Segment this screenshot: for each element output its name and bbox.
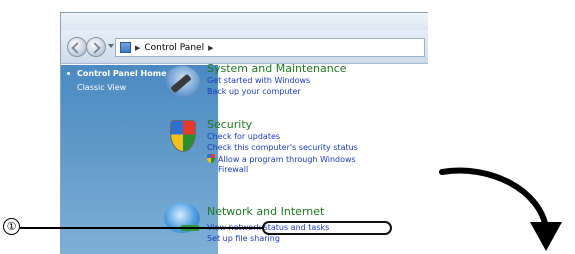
link-firewall-continued[interactable]: Firewall xyxy=(218,165,248,174)
breadcrumb-chevron-icon[interactable]: ▶ xyxy=(135,44,140,52)
breadcrumb-control-panel[interactable]: Control Panel xyxy=(144,43,204,53)
address-bar[interactable]: ▶ Control Panel ▶ xyxy=(115,38,425,57)
breadcrumb-chevron-icon[interactable]: ▶ xyxy=(208,44,213,52)
title-bar xyxy=(61,13,428,30)
link-allow-program-firewall[interactable]: Allow a program through Windows xyxy=(207,154,356,164)
link-back-up[interactable]: Back up your computer xyxy=(207,87,301,96)
link-get-started[interactable]: Get started with Windows xyxy=(207,76,310,85)
control-panel-icon xyxy=(120,42,131,53)
curved-arrow-icon xyxy=(439,167,562,251)
network-globe-icon[interactable] xyxy=(164,203,200,233)
category-title[interactable]: Network and Internet xyxy=(207,205,324,218)
link-text: Allow a program through Windows xyxy=(218,155,356,164)
sidebar-item-label: Control Panel Home xyxy=(77,69,167,78)
sidebar-item-control-panel-home[interactable]: Control Panel Home xyxy=(67,69,167,78)
link-check-updates[interactable]: Check for updates xyxy=(207,132,280,141)
sidebar-item-classic-view[interactable]: Classic View xyxy=(77,83,126,92)
bullet-icon xyxy=(67,72,70,75)
firewall-shield-icon xyxy=(207,154,215,163)
category-title[interactable]: System and Maintenance xyxy=(207,62,347,75)
category-title[interactable]: Security xyxy=(207,118,252,131)
navigation-toolbar: ▶ Control Panel ▶ xyxy=(61,30,428,64)
highlight-outline xyxy=(262,221,392,235)
recent-pages-dropdown-icon[interactable] xyxy=(108,44,114,48)
forward-button[interactable] xyxy=(86,37,106,57)
callout-number: ① xyxy=(3,218,20,235)
callout-leader-line xyxy=(20,227,264,229)
link-security-status[interactable]: Check this computer's security status xyxy=(207,143,358,152)
link-file-sharing[interactable]: Set up file sharing xyxy=(207,234,280,243)
back-button[interactable] xyxy=(67,37,87,57)
system-maintenance-icon[interactable] xyxy=(164,66,200,98)
